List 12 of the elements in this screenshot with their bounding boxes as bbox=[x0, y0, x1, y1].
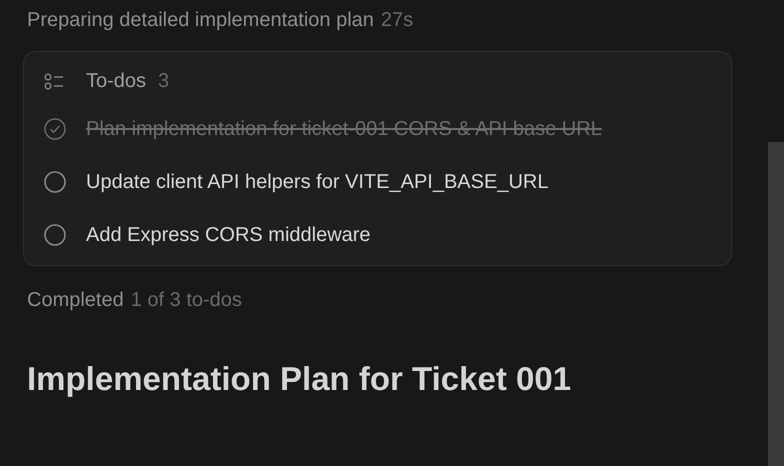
todo-text: Update client API helpers for VITE_API_BASE_URL bbox=[86, 170, 548, 195]
todo-text: Plan implementation for ticket-001 CORS & API base URL bbox=[86, 117, 602, 142]
checklist-icon bbox=[44, 72, 64, 90]
status-label: Preparing detailed implementation plan bbox=[27, 8, 374, 32]
todos-title: To-dos bbox=[86, 70, 146, 92]
scrollbar-thumb[interactable] bbox=[768, 142, 784, 466]
elapsed-time: 27s bbox=[380, 8, 414, 32]
summary-label: Completed bbox=[27, 288, 124, 312]
summary-detail: 1 of 3 to-dos bbox=[130, 288, 242, 312]
todos-count: 3 bbox=[158, 70, 170, 92]
section-heading: Implementation Plan for Ticket 001 bbox=[27, 360, 572, 398]
todo-text: Add Express CORS middleware bbox=[86, 223, 371, 248]
